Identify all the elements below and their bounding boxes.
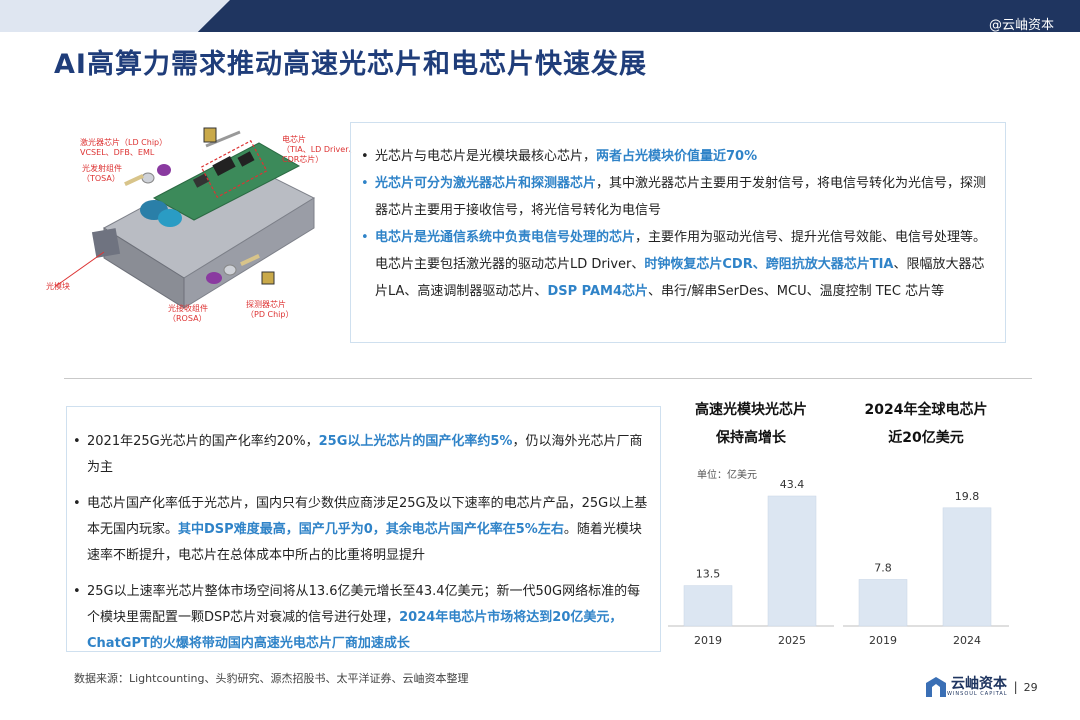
- optical-chip-bar-chart: 13.5 2019 43.4 2025: [668, 478, 834, 647]
- company-logo: 云岫资本 WINSOUL CAPITAL | 29: [925, 676, 1038, 698]
- label-pd-chip: 探测器芯片 （PD Chip）: [246, 300, 294, 319]
- bar-value-label: 13.5: [696, 568, 721, 581]
- bar-2019: [858, 579, 908, 627]
- optical-chip-chart: 高速光模块光芯片 保持高增长 13.5 2019 43.4 2025: [668, 396, 834, 647]
- optical-module-diagram: 激光器芯片（LD Chip） VCSEL、DFB、EML 光发射组件 （TOSA…: [44, 118, 357, 338]
- watermark: @云岫资本: [988, 18, 1054, 33]
- bar-2019: [683, 585, 733, 627]
- logo-subtitle: WINSOUL CAPITAL: [947, 691, 1008, 697]
- label-laser-chip: 激光器芯片（LD Chip） VCSEL、DFB、EML: [80, 138, 168, 157]
- logo-mark-icon: [926, 677, 946, 697]
- section-divider: [64, 378, 1032, 379]
- chart-unit: 单位：亿美元: [697, 470, 757, 481]
- bullet-item: • 电芯片是光通信系统中负责电信号处理的芯片，主要作用为驱动光信号、提升光信号效…: [361, 230, 987, 299]
- bar-value-label: 43.4: [780, 478, 805, 491]
- chip-overview-box: • 光芯片与电芯片是光模块最核心芯片，两者占光模块价值量近70% • 光芯片可分…: [350, 122, 1006, 343]
- bar-value-label: 7.8: [874, 561, 892, 574]
- bullet-item: • 光芯片可分为激光器芯片和探测器芯片，其中激光器芯片主要用于发射信号，将电信号…: [361, 176, 987, 218]
- bullet-item: • 电芯片国产化率低于光芯片，国内只有少数供应商涉足25G及以下速率的电芯片产品…: [73, 496, 648, 563]
- label-tosa: 光发射组件 （TOSA）: [82, 164, 122, 183]
- bullet-item: • 25G以上速率光芯片整体市场空间将从13.6亿美元增长至43.4亿美元；新一…: [73, 584, 641, 651]
- page-number: 29: [1023, 680, 1038, 694]
- label-electrical-chip: 电芯片 （TIA、LD Driver、 CDR芯片）: [282, 135, 357, 164]
- page-title: AI高算力需求推动高速光芯片和电芯片快速发展: [54, 49, 647, 80]
- x-tick-label: 2019: [694, 634, 722, 647]
- electrical-chip-chart: 2024年全球电芯片 近20亿美元 7.8 2019 19.8 2024: [843, 396, 1009, 647]
- logo-name: 云岫资本: [951, 676, 1007, 692]
- label-rosa: 光接收组件 （ROSA）: [168, 304, 208, 323]
- x-tick-label: 2024: [953, 634, 981, 647]
- bar-value-label: 19.8: [955, 490, 980, 503]
- label-optical-module: 光模块: [46, 282, 70, 291]
- x-tick-label: 2025: [778, 634, 806, 647]
- x-tick-label: 2019: [869, 634, 897, 647]
- data-source-note: 数据来源：Lightcounting、头豹研究、源杰招股书、太平洋证券、云岫资本…: [74, 672, 469, 685]
- electrical-chip-bar-chart: 7.8 2019 19.8 2024: [843, 490, 1009, 647]
- bar-2024: [942, 507, 992, 627]
- top-banner: [0, 0, 1080, 32]
- page-separator: |: [1013, 680, 1018, 694]
- bullet-item: • 2021年25G光芯片的国产化率约20%，25G以上光芯片的国产化率约5%，…: [73, 434, 643, 475]
- banner-light-stripe: [0, 0, 230, 32]
- bar-2025: [767, 495, 817, 627]
- localization-box: • 2021年25G光芯片的国产化率约20%，25G以上光芯片的国产化率约5%，…: [66, 406, 661, 652]
- bullet-item: • 光芯片与电芯片是光模块最核心芯片，两者占光模块价值量近70%: [361, 149, 758, 164]
